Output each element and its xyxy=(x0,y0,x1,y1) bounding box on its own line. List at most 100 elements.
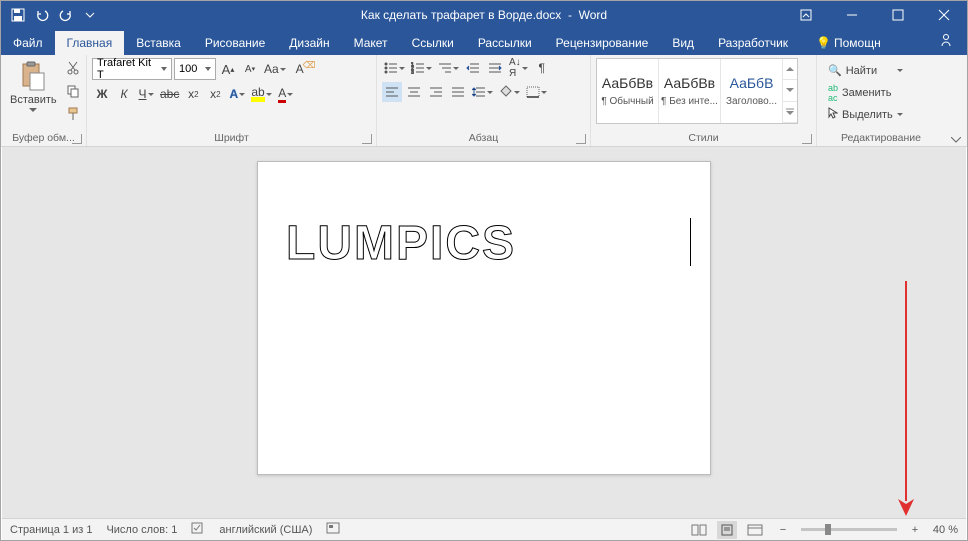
styles-group-label: Стили xyxy=(688,132,718,144)
grow-font-button[interactable]: A▴ xyxy=(218,59,238,79)
font-size-selector[interactable]: 100 xyxy=(174,58,216,80)
tab-insert[interactable]: Вставка xyxy=(124,31,193,55)
clipboard-launcher[interactable] xyxy=(72,134,82,144)
editing-group-label: Редактирование xyxy=(841,132,921,144)
tell-me[interactable]: 💡Помощн xyxy=(804,31,893,55)
bullets-button[interactable] xyxy=(382,58,407,78)
document-area[interactable]: LUMPICS xyxy=(2,147,966,518)
redo-button[interactable] xyxy=(57,6,75,24)
spellcheck-icon[interactable] xyxy=(191,521,205,538)
status-bar: Страница 1 из 1 Число слов: 1 английский… xyxy=(2,518,966,540)
ribbon-display-options[interactable] xyxy=(783,1,829,29)
find-button[interactable]: 🔍Найти xyxy=(826,60,905,81)
zoom-out-button[interactable]: − xyxy=(773,521,793,539)
cursor-icon xyxy=(828,107,838,122)
style-heading1[interactable]: АаБбВЗаголово... xyxy=(721,59,783,123)
show-marks-button[interactable]: ¶ xyxy=(532,58,552,78)
shading-button[interactable] xyxy=(497,82,522,102)
text-effects-button[interactable]: A xyxy=(227,84,247,104)
styles-scroll-down[interactable] xyxy=(783,80,797,101)
tab-design[interactable]: Дизайн xyxy=(277,31,341,55)
align-right-button[interactable] xyxy=(426,82,446,102)
font-name-selector[interactable]: Trafaret Kit T xyxy=(92,58,172,80)
styles-gallery: АаБбВв¶ Обычный АаБбВв¶ Без инте... АаБб… xyxy=(596,58,798,124)
styles-scroll-up[interactable] xyxy=(783,59,797,80)
font-group-label: Шрифт xyxy=(214,132,249,144)
svg-text:3: 3 xyxy=(411,70,414,74)
ribbon-tabs: Файл Главная Вставка Рисование Дизайн Ма… xyxy=(1,29,967,55)
italic-button[interactable]: К xyxy=(114,84,134,104)
subscript-button[interactable]: x2 xyxy=(183,84,203,104)
paragraph-launcher[interactable] xyxy=(576,134,586,144)
strikethrough-button[interactable]: abc xyxy=(158,84,181,104)
styles-expand[interactable] xyxy=(783,102,797,123)
tab-home[interactable]: Главная xyxy=(55,31,125,55)
cut-button[interactable] xyxy=(63,58,83,78)
sort-button[interactable]: А↓Я xyxy=(507,58,530,78)
tab-mailings[interactable]: Рассылки xyxy=(466,31,544,55)
numbering-button[interactable]: 123 xyxy=(409,58,434,78)
superscript-button[interactable]: x2 xyxy=(205,84,225,104)
page-count[interactable]: Страница 1 из 1 xyxy=(10,524,92,536)
read-mode-button[interactable] xyxy=(689,521,709,539)
tab-references[interactable]: Ссылки xyxy=(400,31,466,55)
font-launcher[interactable] xyxy=(362,134,372,144)
web-layout-button[interactable] xyxy=(745,521,765,539)
borders-button[interactable] xyxy=(524,82,549,102)
tab-file[interactable]: Файл xyxy=(1,31,55,55)
shrink-font-button[interactable]: A▾ xyxy=(240,59,260,79)
word-count[interactable]: Число слов: 1 xyxy=(106,524,177,536)
change-case-button[interactable]: Aa xyxy=(262,59,288,79)
qat-customize[interactable] xyxy=(81,6,99,24)
increase-indent-button[interactable] xyxy=(485,58,505,78)
multilevel-list-button[interactable] xyxy=(436,58,461,78)
line-spacing-button[interactable] xyxy=(470,82,495,102)
justify-button[interactable] xyxy=(448,82,468,102)
text-cursor xyxy=(690,218,691,266)
clipboard-icon xyxy=(17,60,49,92)
font-color-button[interactable]: A xyxy=(276,84,296,104)
title-bar: Как сделать трафарет в Ворде.docx - Word xyxy=(1,1,967,29)
align-center-button[interactable] xyxy=(404,82,424,102)
clear-formatting-button[interactable]: A⌫ xyxy=(290,59,310,79)
zoom-in-button[interactable]: + xyxy=(905,521,925,539)
close-button[interactable] xyxy=(921,1,967,29)
document-text[interactable]: LUMPICS xyxy=(286,216,516,271)
paragraph-group-label: Абзац xyxy=(469,132,498,144)
underline-button[interactable]: Ч xyxy=(136,84,156,104)
clipboard-group-label: Буфер обм... xyxy=(12,132,75,144)
minimize-button[interactable] xyxy=(829,1,875,29)
save-button[interactable] xyxy=(9,6,27,24)
zoom-level[interactable]: 40 % xyxy=(933,524,958,536)
macro-icon[interactable] xyxy=(326,522,340,537)
tab-view[interactable]: Вид xyxy=(660,31,706,55)
zoom-slider[interactable] xyxy=(801,528,897,531)
style-normal[interactable]: АаБбВв¶ Обычный xyxy=(597,59,659,123)
maximize-button[interactable] xyxy=(875,1,921,29)
style-no-spacing[interactable]: АаБбВв¶ Без инте... xyxy=(659,59,721,123)
align-left-button[interactable] xyxy=(382,82,402,102)
highlight-button[interactable]: ab xyxy=(249,84,273,104)
ribbon: Вставить Буфер обм... Trafaret Kit T 100… xyxy=(1,55,967,147)
decrease-indent-button[interactable] xyxy=(463,58,483,78)
replace-button[interactable]: abacЗаменить xyxy=(826,82,905,103)
format-painter-button[interactable] xyxy=(63,104,83,124)
print-layout-button[interactable] xyxy=(717,521,737,539)
document-page[interactable]: LUMPICS xyxy=(257,161,711,475)
replace-icon: abac xyxy=(828,83,838,103)
tab-review[interactable]: Рецензирование xyxy=(544,31,661,55)
tab-developer[interactable]: Разработчик xyxy=(706,31,800,55)
tab-layout[interactable]: Макет xyxy=(342,31,400,55)
copy-button[interactable] xyxy=(63,81,83,101)
undo-button[interactable] xyxy=(33,6,51,24)
window-title: Как сделать трафарет в Ворде.docx - Word xyxy=(361,8,607,22)
select-button[interactable]: Выделить xyxy=(826,104,905,125)
share-button[interactable] xyxy=(927,28,967,55)
search-icon: 🔍 xyxy=(828,64,842,77)
language-status[interactable]: английский (США) xyxy=(219,524,312,536)
styles-launcher[interactable] xyxy=(802,134,812,144)
paste-button[interactable]: Вставить xyxy=(6,58,61,114)
collapse-ribbon-button[interactable] xyxy=(945,55,967,146)
bold-button[interactable]: Ж xyxy=(92,84,112,104)
tab-draw[interactable]: Рисование xyxy=(193,31,277,55)
